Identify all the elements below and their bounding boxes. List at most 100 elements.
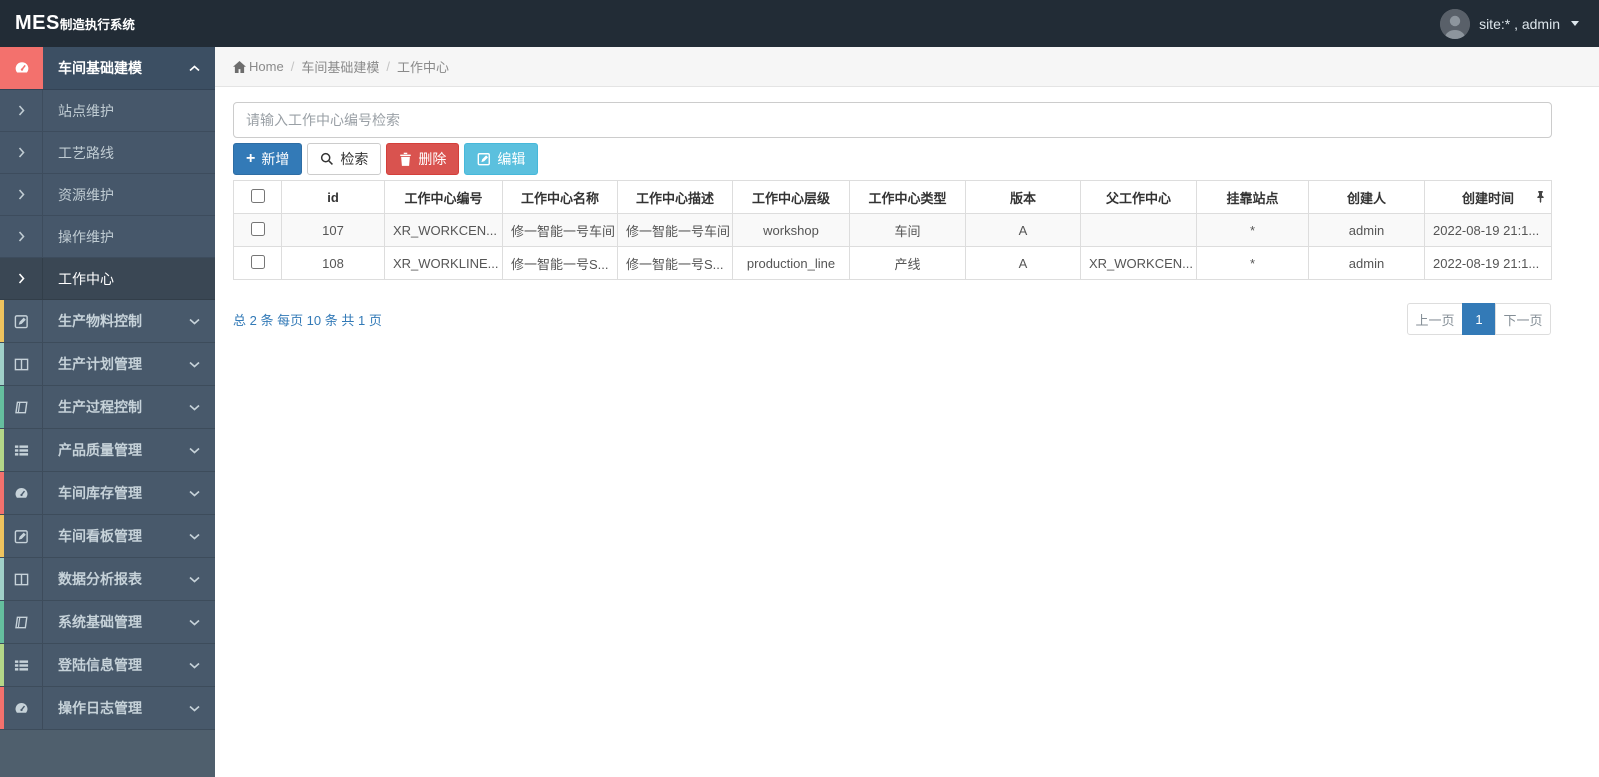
pagination-summary: 总 2 条 每页 10 条 共 1 页 <box>233 312 382 328</box>
trash-icon <box>400 152 412 166</box>
sidebar-group-product-quality-management[interactable]: 产品质量管理 <box>0 429 215 472</box>
cell-created: 2022-08-19 21:1... <box>1424 213 1552 247</box>
th-list-icon <box>0 644 43 686</box>
sidebar-group-login-info-management[interactable]: 登陆信息管理 <box>0 644 215 687</box>
chevron-down-icon <box>189 601 200 643</box>
sidebar-item-label: 工作中心 <box>58 270 114 287</box>
next-page-button[interactable]: 下一页 <box>1495 303 1551 335</box>
table-row[interactable]: 107 XR_WORKCEN... 修一智能一号车间 修一智能一号车间 work… <box>233 213 1552 247</box>
cell-creator: admin <box>1308 213 1425 247</box>
sidebar-group-production-material-control[interactable]: 生产物料控制 <box>0 300 215 343</box>
plus-icon: + <box>246 150 256 167</box>
breadcrumb-home[interactable]: Home <box>233 59 284 74</box>
caret-down-icon <box>1571 21 1579 26</box>
cell-station: * <box>1196 246 1309 280</box>
row-checkbox[interactable] <box>250 221 265 236</box>
prev-page-button[interactable]: 上一页 <box>1407 303 1463 335</box>
sidebar-item-operation-maintenance[interactable]: 操作维护 <box>0 216 215 258</box>
accent-strip <box>0 601 4 643</box>
chevron-right-icon <box>0 174 43 215</box>
sidebar-group-label: 系统基础管理 <box>58 614 142 630</box>
accent-strip <box>0 472 4 514</box>
cell-type: 产线 <box>849 246 966 280</box>
page-content: + 新增 检索 删除 编辑 <box>215 87 1599 335</box>
pencil-square-icon <box>0 300 43 342</box>
user-menu[interactable]: site:* , admin <box>1440 8 1579 39</box>
chevron-up-icon <box>189 47 200 89</box>
column-header-level: 工作中心层级 <box>732 180 850 214</box>
pagination-bar: 总 2 条 每页 10 条 共 1 页 上一页 1 下一页 <box>233 303 1551 335</box>
sidebar-item-station-maintenance[interactable]: 站点维护 <box>0 90 215 132</box>
chevron-down-icon <box>189 644 200 686</box>
cell-level: production_line <box>732 246 850 280</box>
row-checkbox[interactable] <box>250 254 265 269</box>
sidebar: 车间基础建模 站点维护 工艺路线 资源维护 操作维护 工作中心 生产物料控制 生… <box>0 47 215 777</box>
cell-version: A <box>965 246 1081 280</box>
sidebar-group-workshop-inventory-management[interactable]: 车间库存管理 <box>0 472 215 515</box>
search-button[interactable]: 检索 <box>307 143 382 175</box>
sidebar-group-label: 生产物料控制 <box>58 313 142 329</box>
sidebar-group-production-process-control[interactable]: 生产过程控制 <box>0 386 215 429</box>
person-icon <box>1440 8 1471 39</box>
sidebar-group-workshop-kanban-management[interactable]: 车间看板管理 <box>0 515 215 558</box>
sidebar-item-label: 资源维护 <box>58 186 114 203</box>
chevron-down-icon <box>189 386 200 428</box>
accent-strip <box>0 558 4 600</box>
delete-button[interactable]: 删除 <box>386 143 460 175</box>
accent-strip <box>0 343 4 385</box>
breadcrumb-separator: / <box>290 59 295 74</box>
column-header-creator: 创建人 <box>1308 180 1425 214</box>
search-icon <box>321 152 334 165</box>
chevron-right-icon <box>0 90 43 131</box>
chevron-down-icon <box>189 472 200 514</box>
sidebar-item-work-center[interactable]: 工作中心 <box>0 258 215 300</box>
table-header-row: id 工作中心编号 工作中心名称 工作中心描述 工作中心层级 工作中心类型 版本… <box>233 180 1552 214</box>
sidebar-item-label: 操作维护 <box>58 228 114 245</box>
column-header-id: id <box>281 180 385 214</box>
th-list-icon <box>0 429 43 471</box>
select-all-checkbox[interactable] <box>250 188 265 203</box>
edit-button[interactable]: 编辑 <box>464 143 539 175</box>
breadcrumb-section[interactable]: 车间基础建模 <box>301 57 379 76</box>
add-button[interactable]: + 新增 <box>233 143 303 175</box>
chevron-down-icon <box>189 343 200 385</box>
tachometer-icon <box>0 472 43 514</box>
sidebar-item-resource-maintenance[interactable]: 资源维护 <box>0 174 215 216</box>
table-row[interactable]: 108 XR_WORKLINE... 修一智能一号S... 修一智能一号S...… <box>233 246 1552 280</box>
sidebar-group-data-analysis-report[interactable]: 数据分析报表 <box>0 558 215 601</box>
cell-id: 107 <box>281 213 385 247</box>
sidebar-group-system-base-management[interactable]: 系统基础管理 <box>0 601 215 644</box>
cell-station: * <box>1196 213 1309 247</box>
page-number-button[interactable]: 1 <box>1462 303 1496 335</box>
breadcrumb-current: 工作中心 <box>396 60 449 75</box>
breadcrumb: Home / 车间基础建模 / 工作中心 <box>215 47 1599 87</box>
cell-name: 修一智能一号S... <box>502 246 618 280</box>
sidebar-group-operation-log-management[interactable]: 操作日志管理 <box>0 687 215 730</box>
accent-strip <box>0 386 4 428</box>
user-avatar <box>1440 8 1471 39</box>
cell-creator: admin <box>1308 246 1425 280</box>
sidebar-group-workshop-modeling[interactable]: 车间基础建模 <box>0 47 215 90</box>
column-header-version: 版本 <box>965 180 1081 214</box>
cell-code: XR_WORKCEN... <box>384 213 503 247</box>
sidebar-group-label: 操作日志管理 <box>58 700 142 716</box>
work-center-search-input[interactable] <box>233 102 1552 138</box>
chevron-right-icon <box>0 132 43 173</box>
tachometer-icon <box>0 687 43 729</box>
pushpin-icon[interactable] <box>1536 191 1545 203</box>
sidebar-group-production-plan-management[interactable]: 生产计划管理 <box>0 343 215 386</box>
chevron-down-icon <box>189 558 200 600</box>
column-header-station: 挂靠站点 <box>1196 180 1309 214</box>
chevron-down-icon <box>189 429 200 471</box>
cell-parent <box>1080 213 1197 247</box>
top-navbar: MES制造执行系统 site:* , admin <box>0 0 1599 47</box>
cell-created: 2022-08-19 21:1... <box>1424 246 1552 280</box>
book-icon <box>0 386 43 428</box>
pager: 上一页 1 下一页 <box>1407 303 1551 335</box>
app-logo: MES制造执行系统 <box>0 12 215 35</box>
sidebar-group-label: 生产计划管理 <box>58 356 142 372</box>
sidebar-group-label: 登陆信息管理 <box>58 657 142 673</box>
chevron-down-icon <box>189 300 200 342</box>
sidebar-item-process-route[interactable]: 工艺路线 <box>0 132 215 174</box>
sidebar-item-label: 工艺路线 <box>58 144 114 161</box>
